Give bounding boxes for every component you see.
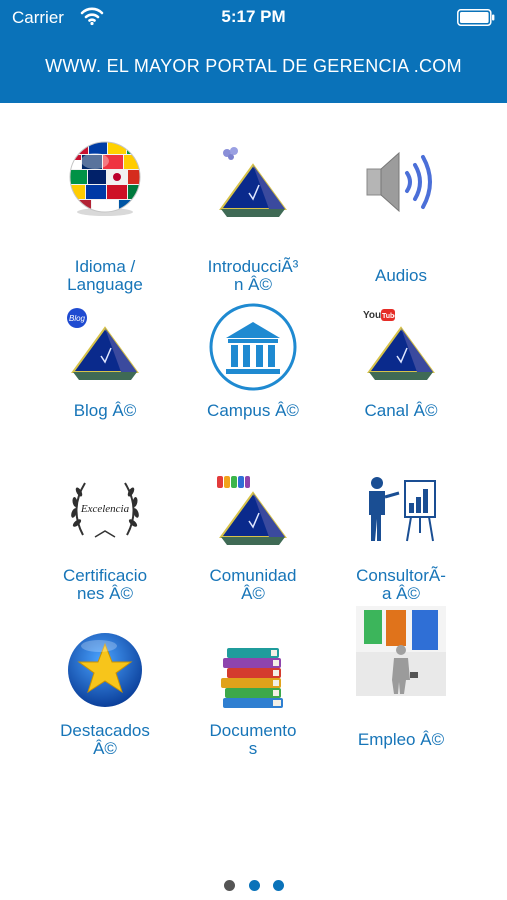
menu-grid: Idioma / Language IntroducciÃ³ n Â© Audi… <box>0 103 507 843</box>
laurel-excellence-icon: Excelencia <box>71 482 139 538</box>
tile-audios[interactable]: Audios <box>326 133 476 285</box>
page-indicator <box>0 876 507 896</box>
tile-canal[interactable]: You Tube Canal Â© <box>326 298 476 448</box>
pyramid-blog-icon: Blog <box>67 308 139 380</box>
star-icon <box>68 633 142 707</box>
tile-blog[interactable]: Blog Blog Â© <box>30 298 180 448</box>
speaker-icon <box>366 151 432 213</box>
svg-text:Tube: Tube <box>382 313 398 320</box>
tile-label-line1: Canal Â© <box>364 401 438 420</box>
institution-icon <box>209 303 297 391</box>
pyramid-community-icon <box>217 476 287 545</box>
tile-label-line1: IntroducciÃ³ <box>207 257 299 276</box>
tile-label-line1: Destacados <box>60 721 150 740</box>
tile-label-line2: Â© <box>241 584 265 603</box>
tile-campus[interactable]: Campus Â© <box>178 298 328 448</box>
tile-label-line1: Empleo Â© <box>357 730 445 749</box>
globe-flags-icon <box>69 141 141 216</box>
tile-label-line1: Audios <box>375 266 427 285</box>
tile-documentos[interactable]: Documento s <box>178 628 328 778</box>
tile-idioma[interactable]: Idioma / Language <box>30 133 180 294</box>
tile-label-line1: Idioma / <box>74 257 136 276</box>
presenter-chart-icon <box>369 477 436 542</box>
tile-label-line1: Blog Â© <box>73 401 137 420</box>
page-dot-3[interactable] <box>273 880 284 891</box>
svg-text:Blog: Blog <box>69 314 86 323</box>
tile-label-line1: Certificacio <box>62 566 148 585</box>
tile-introduccion[interactable]: IntroducciÃ³ n Â© <box>178 133 328 294</box>
tile-empleo[interactable]: Empleo Â© <box>326 606 476 778</box>
status-time: 5:17 PM <box>221 7 286 26</box>
status-bar: Carrier 5:17 PM <box>0 0 507 34</box>
tile-label-line1: ConsultorÃ- <box>356 566 446 585</box>
battery-icon <box>457 9 495 26</box>
tile-label-line2: Language <box>67 275 143 294</box>
svg-text:You: You <box>363 310 381 321</box>
tile-destacados[interactable]: Destacados Â© <box>30 628 180 778</box>
tile-label-line1: Documento <box>209 721 297 740</box>
tile-label-line2: a Â© <box>381 584 421 603</box>
books-icon <box>221 648 283 708</box>
app-header: Carrier 5:17 PM WWW. EL MAYOR PORTAL DE … <box>0 0 507 103</box>
pyramid-youtube-icon: You Tube <box>363 309 435 380</box>
tile-label-line2: s <box>248 739 258 758</box>
tile-label-line2: nes Â© <box>77 584 133 603</box>
pyramid-icon <box>219 147 287 217</box>
tile-label-line1: Comunidad <box>209 566 297 585</box>
tile-label-line2: n Â© <box>233 275 273 294</box>
page-dot-2[interactable] <box>249 880 260 891</box>
tile-label-line1: Campus Â© <box>207 401 299 420</box>
tile-label-line2: Â© <box>93 739 117 758</box>
tile-consultoria[interactable]: ConsultorÃ- a Â© <box>326 463 476 613</box>
doors-businessman-icon <box>356 606 446 696</box>
tile-comunidad[interactable]: Comunidad Â© <box>178 463 328 613</box>
portal-title: WWW. EL MAYOR PORTAL DE GERENCIA .COM <box>45 56 462 76</box>
tile-certificaciones[interactable]: Excelencia Certificacio nes Â© <box>30 463 180 613</box>
svg-text:Excelencia: Excelencia <box>80 503 130 515</box>
page-dot-1[interactable] <box>224 880 235 891</box>
